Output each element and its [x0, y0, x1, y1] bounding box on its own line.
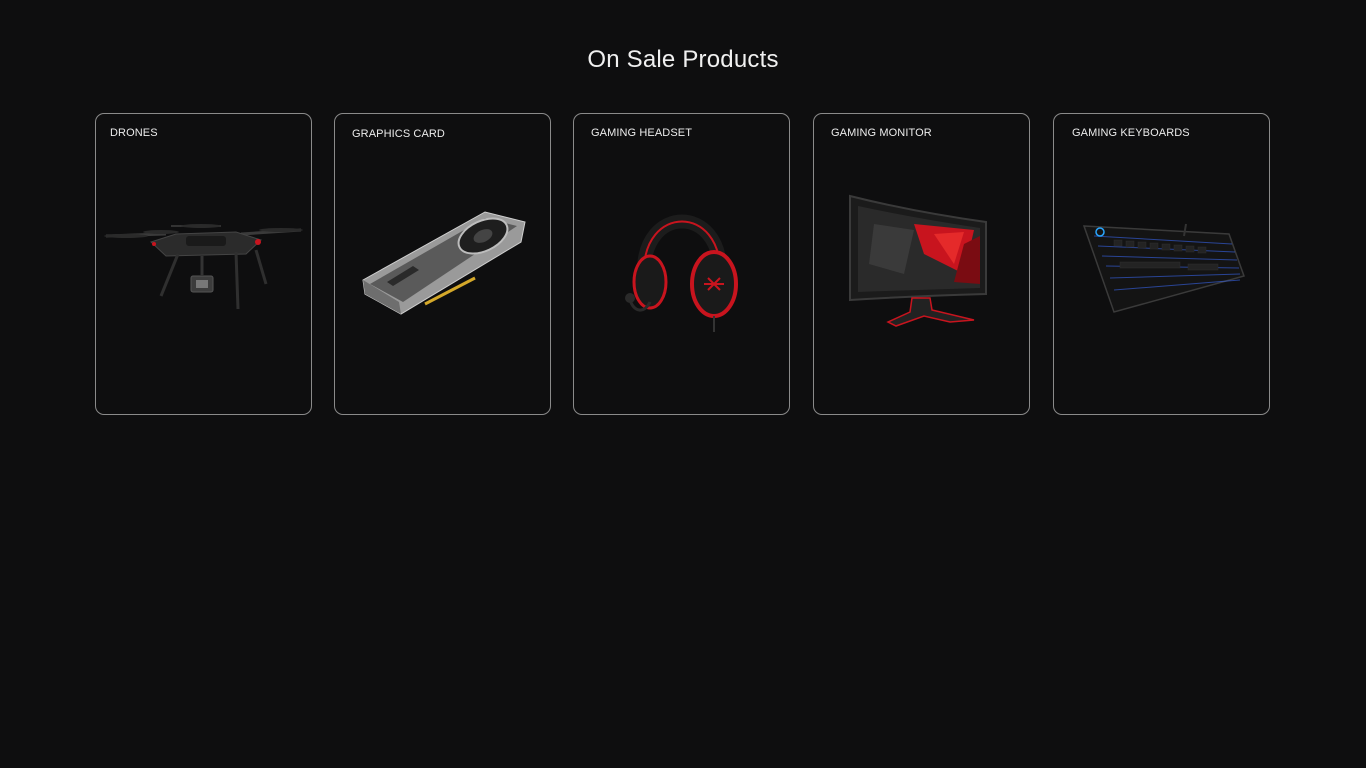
- product-label: GAMING MONITOR: [831, 127, 932, 139]
- product-card-gaming-monitor[interactable]: GAMING MONITOR: [813, 113, 1030, 415]
- headset-icon: [625, 214, 738, 332]
- product-card-gaming-keyboards[interactable]: GAMING KEYBOARDS: [1053, 113, 1270, 415]
- product-label: GRAPHICS CARD: [352, 128, 445, 140]
- keyboard-icon: [1082, 223, 1245, 313]
- section-title: On Sale Products: [587, 46, 779, 73]
- product-label: DRONES: [110, 127, 158, 139]
- product-label: GAMING HEADSET: [591, 127, 693, 139]
- product-card-gaming-headset[interactable]: GAMING HEADSET: [573, 113, 790, 415]
- monitor-icon: [849, 194, 987, 327]
- product-label: GAMING KEYBOARDS: [1072, 127, 1190, 139]
- product-card-graphics-card[interactable]: GRAPHICS CARD: [334, 113, 551, 415]
- on-sale-page: On Sale Products DRONES GRAPHICS CARD GA…: [0, 0, 1366, 768]
- graphics-card-icon: [362, 211, 526, 315]
- product-card-drones[interactable]: DRONES: [95, 113, 312, 415]
- drone-icon: [104, 224, 303, 310]
